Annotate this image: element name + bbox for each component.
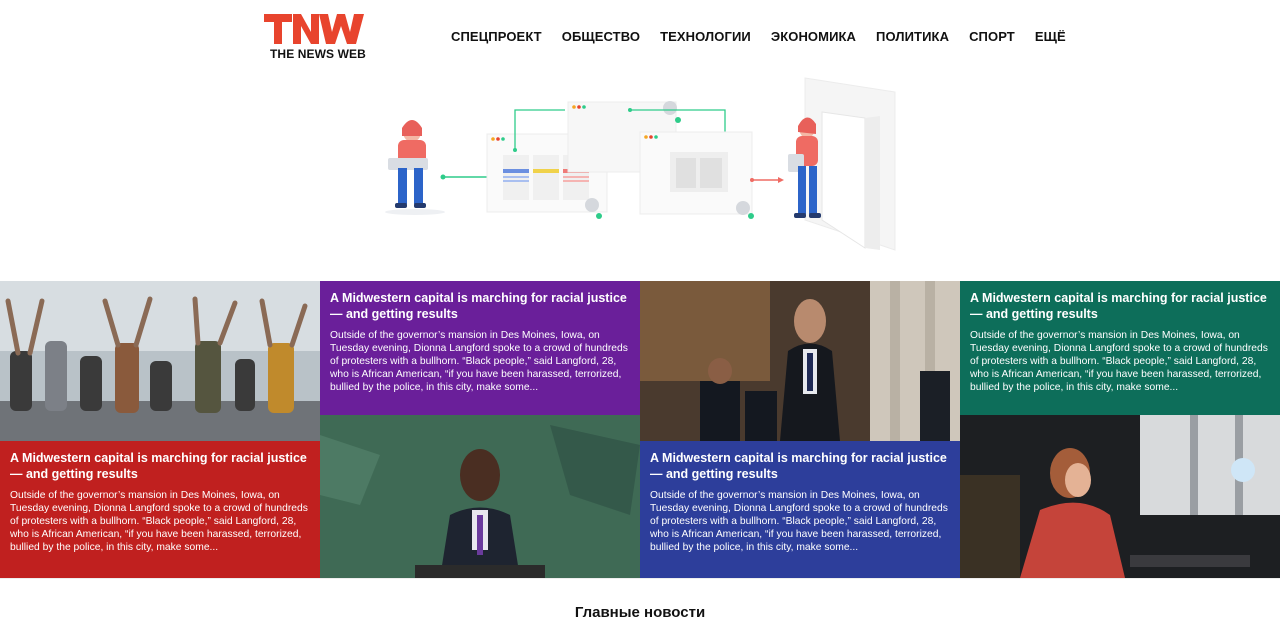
news-card[interactable]: A Midwestern capital is marching for rac… bbox=[320, 281, 640, 415]
news-card-excerpt: Outside of the governor’s mansion in Des… bbox=[970, 330, 1268, 393]
news-card-excerpt: Outside of the governor’s mansion in Des… bbox=[10, 490, 308, 553]
nav-item-more[interactable]: ЕЩЁ bbox=[1035, 29, 1066, 44]
news-card-title[interactable]: A Midwestern capital is marching for rac… bbox=[10, 451, 310, 482]
site-logo[interactable]: THE NEWS WEB bbox=[264, 12, 368, 62]
news-card-title[interactable]: A Midwestern capital is marching for rac… bbox=[650, 451, 950, 482]
news-card-title[interactable]: A Midwestern capital is marching for rac… bbox=[970, 291, 1270, 322]
news-card-title[interactable]: A Midwestern capital is marching for rac… bbox=[330, 291, 630, 322]
tnw-logo-mark bbox=[264, 14, 364, 44]
nav-item-tech[interactable]: ТЕХНОЛОГИИ bbox=[660, 29, 751, 44]
main-news-heading: Главные новости bbox=[574, 604, 706, 618]
hero-illustration bbox=[360, 70, 920, 265]
logo-subtitle: THE NEWS WEB bbox=[270, 47, 366, 61]
site-header: THE NEWS WEB СПЕЦПРОЕКТ ОБЩЕСТВО ТЕХНОЛО… bbox=[0, 0, 1280, 75]
person-left-icon bbox=[385, 120, 445, 215]
news-card-excerpt: Outside of the governor’s mansion in Des… bbox=[330, 330, 628, 393]
nav-item-special[interactable]: СПЕЦПРОЕКТ bbox=[451, 29, 542, 44]
news-card[interactable]: A Midwestern capital is marching for rac… bbox=[640, 441, 960, 578]
news-card[interactable]: A Midwestern capital is marching for rac… bbox=[960, 281, 1280, 415]
news-grid: A Midwestern capital is marching for rac… bbox=[0, 281, 1280, 578]
news-card[interactable]: A Midwestern capital is marching for rac… bbox=[0, 441, 320, 578]
news-card-excerpt: Outside of the governor’s mansion in Des… bbox=[650, 490, 948, 553]
woman-at-computer-photo[interactable] bbox=[960, 415, 1280, 578]
nav-item-economy[interactable]: ЭКОНОМИКА bbox=[771, 29, 856, 44]
screen-panel-right-icon bbox=[639, 131, 754, 219]
officials-in-hall-photo[interactable] bbox=[640, 281, 960, 441]
nav-item-politics[interactable]: ПОЛИТИКА bbox=[876, 29, 949, 44]
nav-item-society[interactable]: ОБЩЕСТВО bbox=[562, 29, 640, 44]
section-divider bbox=[0, 578, 1280, 579]
protest-crowd-photo[interactable] bbox=[0, 281, 320, 441]
nav-item-sport[interactable]: СПОРТ bbox=[969, 29, 1015, 44]
speaker-at-podium-photo[interactable] bbox=[320, 415, 640, 578]
main-nav: СПЕЦПРОЕКТ ОБЩЕСТВО ТЕХНОЛОГИИ ЭКОНОМИКА… bbox=[451, 29, 1066, 44]
door-icon bbox=[804, 77, 896, 251]
